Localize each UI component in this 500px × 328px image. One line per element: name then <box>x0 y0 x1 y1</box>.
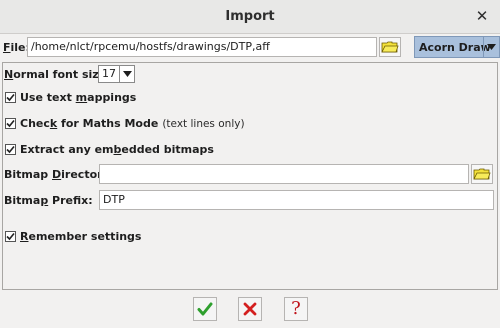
format-dropdown[interactable]: Acorn Draw <box>414 36 500 58</box>
bitmap-directory-browse-button[interactable] <box>471 164 493 184</box>
maths-mode-label: Check for Maths Mode <box>20 117 159 130</box>
use-text-mappings-checkbox[interactable]: Use text mappings <box>5 91 136 104</box>
ok-check-icon <box>197 302 213 316</box>
file-path-field[interactable]: /home/nlct/rpcemu/hostfs/drawings/DTP,af… <box>27 37 377 57</box>
font-size-value: 17 <box>102 67 116 80</box>
checkbox-icon[interactable] <box>5 118 16 129</box>
bitmap-prefix-field[interactable]: DTP <box>99 190 494 210</box>
cancel-x-icon <box>243 302 257 316</box>
font-size-label: Normal font size: <box>4 68 111 81</box>
help-question-icon: ? <box>291 298 301 319</box>
title-bar: Import ✕ <box>0 0 500 34</box>
checkbox-icon[interactable] <box>5 231 16 242</box>
format-dropdown-value: Acorn Draw <box>419 41 491 54</box>
bitmap-prefix-label: Bitmap Prefix: <box>4 194 93 207</box>
window-title: Import <box>225 9 275 24</box>
folder-icon <box>473 168 491 180</box>
close-icon[interactable]: ✕ <box>474 8 490 24</box>
maths-mode-note: (text lines only) <box>162 117 245 130</box>
bitmap-directory-label: Bitmap Directory: <box>4 168 115 181</box>
bitmap-directory-field[interactable] <box>99 164 469 184</box>
cancel-button[interactable] <box>238 297 262 321</box>
help-button[interactable]: ? <box>284 297 308 321</box>
extract-bitmaps-checkbox[interactable]: Extract any embedded bitmaps <box>5 143 214 156</box>
chevron-down-icon[interactable] <box>119 66 134 82</box>
checkbox-icon[interactable] <box>5 92 16 103</box>
checkbox-icon[interactable] <box>5 144 16 155</box>
maths-mode-checkbox[interactable]: Check for Maths Mode (text lines only) <box>5 117 245 130</box>
use-text-mappings-label: Use text mappings <box>20 91 137 104</box>
extract-bitmaps-label: Extract any embedded bitmaps <box>20 143 214 156</box>
remember-settings-label: Remember settings <box>20 230 142 243</box>
folder-icon <box>381 41 399 53</box>
font-size-select[interactable]: 17 <box>98 65 135 83</box>
file-label: File: <box>3 41 30 54</box>
chevron-down-icon[interactable] <box>483 37 499 57</box>
remember-settings-checkbox[interactable]: Remember settings <box>5 230 141 243</box>
ok-button[interactable] <box>193 297 217 321</box>
file-browse-button[interactable] <box>379 37 401 57</box>
